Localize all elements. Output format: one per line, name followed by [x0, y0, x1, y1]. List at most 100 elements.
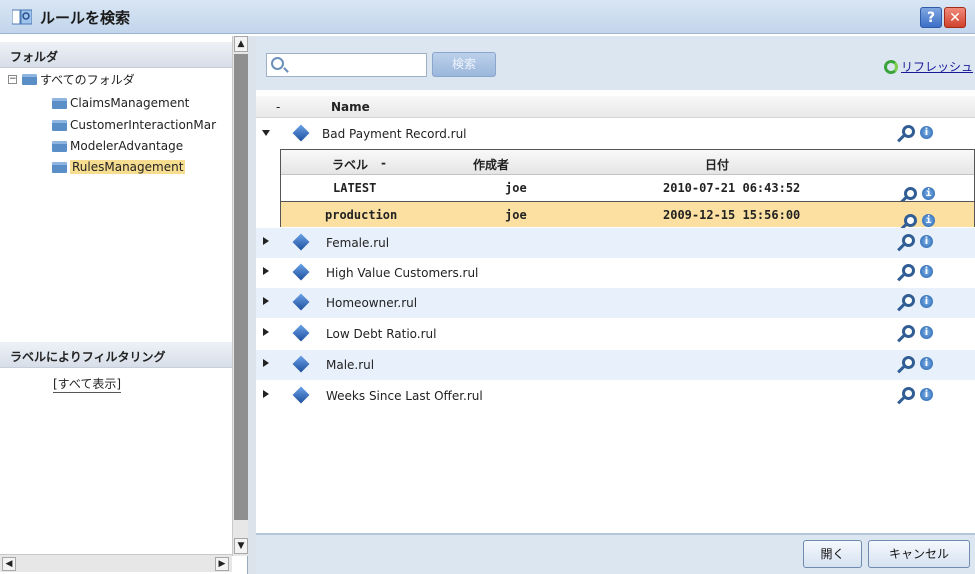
rule-row[interactable]: Homeowner.rul i — [256, 288, 975, 318]
info-icon[interactable]: i — [920, 126, 933, 139]
tree-item-modeler[interactable]: ModelerAdvantage — [52, 136, 183, 156]
expand-arrow-icon[interactable] — [263, 267, 269, 275]
search-button[interactable]: 検索 — [432, 52, 496, 77]
version-header: ラベル - 作成者 日付 — [281, 150, 974, 175]
view-icon[interactable] — [902, 356, 915, 369]
version-date: 2010-07-21 06:43:52 — [663, 181, 801, 195]
row-actions: i — [904, 208, 944, 227]
info-icon[interactable]: i — [922, 187, 935, 200]
app-icon — [12, 9, 32, 25]
version-row[interactable]: LATEST joe 2010-07-21 06:43:52 i — [281, 175, 974, 201]
version-col-sort[interactable]: - — [381, 156, 386, 170]
tree-item-customer[interactable]: CustomerInteractionMar — [52, 115, 216, 135]
info-icon[interactable]: i — [920, 265, 933, 278]
panel-splitter[interactable] — [248, 36, 256, 574]
footer-bar: 開く キャンセル — [256, 533, 975, 574]
view-icon[interactable] — [904, 187, 917, 200]
refresh-icon — [884, 59, 898, 74]
view-icon[interactable] — [902, 325, 915, 338]
rule-name: Female.rul — [326, 236, 390, 250]
rule-icon — [292, 293, 310, 311]
folder-icon — [22, 73, 37, 85]
rule-name: Weeks Since Last Offer.rul — [326, 389, 483, 403]
column-name[interactable]: Name — [331, 100, 370, 114]
search-bar: 検索 リフレッシュ — [256, 36, 975, 90]
list-header: - Name — [256, 96, 975, 118]
show-all-link[interactable]: [すべて表示] — [53, 375, 122, 393]
row-actions: i — [902, 125, 942, 143]
close-button[interactable]: ✕ — [944, 7, 966, 28]
tree-root[interactable]: − すべてのフォルダ — [8, 69, 135, 89]
rule-icon — [292, 124, 310, 142]
info-icon[interactable]: i — [920, 357, 933, 370]
tree-item-claims[interactable]: ClaimsManagement — [52, 93, 189, 113]
search-field[interactable] — [266, 53, 427, 77]
view-icon[interactable] — [902, 125, 915, 138]
version-label: LATEST — [333, 181, 377, 195]
title-bar: ルールを検索 ? ✕ — [0, 0, 975, 34]
rule-row[interactable]: Bad Payment Record.rul i — [256, 119, 975, 149]
tree-item-label: ModelerAdvantage — [70, 139, 184, 153]
expand-arrow-icon[interactable] — [263, 237, 269, 245]
version-col-label[interactable]: ラベル — [332, 156, 368, 173]
view-icon[interactable] — [902, 387, 915, 400]
folder-header: フォルダ — [0, 42, 232, 68]
help-button[interactable]: ? — [920, 7, 942, 28]
row-actions: i — [904, 181, 944, 200]
rule-row[interactable]: Low Debt Ratio.rul i — [256, 319, 975, 349]
expand-arrow-icon[interactable] — [263, 390, 269, 398]
view-icon[interactable] — [902, 234, 915, 247]
scroll-down-icon[interactable]: ▼ — [234, 538, 248, 554]
version-table: ラベル - 作成者 日付 LATEST joe 2010-07-21 06:43… — [280, 149, 975, 227]
search-input[interactable] — [291, 55, 421, 75]
scroll-thumb[interactable] — [234, 54, 248, 520]
vertical-scrollbar[interactable]: ▲ ▼ — [232, 36, 248, 556]
info-icon[interactable]: i — [920, 326, 933, 339]
rule-row[interactable]: Weeks Since Last Offer.rul i — [256, 381, 975, 411]
rule-row[interactable]: Female.rul i — [256, 228, 975, 258]
info-icon[interactable]: i — [920, 235, 933, 248]
rule-name: Homeowner.rul — [326, 296, 418, 310]
open-button[interactable]: 開く — [803, 540, 862, 568]
tree-item-label: ClaimsManagement — [70, 96, 190, 110]
folder-icon — [52, 119, 67, 131]
view-icon[interactable] — [902, 264, 915, 277]
version-col-date[interactable]: 日付 — [705, 156, 729, 173]
tree-root-label: すべてのフォルダ — [40, 72, 135, 87]
folder-icon — [52, 97, 67, 109]
window-title: ルールを検索 — [40, 9, 131, 27]
rule-row[interactable]: High Value Customers.rul i — [256, 258, 975, 288]
collapse-icon[interactable]: − — [8, 74, 17, 84]
row-actions: i — [902, 264, 942, 282]
horizontal-scrollbar[interactable]: ◀ ▶ — [0, 554, 232, 572]
info-icon[interactable]: i — [922, 214, 935, 227]
version-row-selected[interactable]: production joe 2009-12-15 15:56:00 i — [281, 201, 974, 227]
folder-panel: フォルダ − すべてのフォルダ ClaimsManagement Custome… — [0, 36, 248, 574]
column-collapse[interactable]: - — [276, 100, 280, 114]
refresh-label: リフレッシュ — [901, 60, 974, 74]
tree-item-rules[interactable]: RulesManagement — [52, 157, 186, 177]
folder-icon — [52, 161, 67, 173]
expand-arrow-icon[interactable] — [263, 328, 269, 336]
view-icon[interactable] — [902, 294, 915, 307]
version-label: production — [325, 208, 398, 222]
expand-arrow-icon[interactable] — [263, 297, 269, 305]
info-icon[interactable]: i — [920, 295, 933, 308]
rule-icon — [292, 355, 310, 373]
cancel-button[interactable]: キャンセル — [868, 540, 970, 568]
folder-icon — [52, 140, 67, 152]
refresh-link[interactable]: リフレッシュ — [884, 58, 973, 75]
rule-name: Male.rul — [326, 358, 375, 372]
scroll-left-icon[interactable]: ◀ — [2, 557, 16, 571]
tree-item-label-selected: RulesManagement — [70, 160, 186, 174]
expand-arrow-icon[interactable] — [262, 130, 270, 136]
view-icon[interactable] — [904, 214, 917, 227]
rule-icon — [292, 386, 310, 404]
rule-icon — [292, 324, 310, 342]
expand-arrow-icon[interactable] — [263, 359, 269, 367]
scroll-up-icon[interactable]: ▲ — [234, 36, 248, 52]
info-icon[interactable]: i — [920, 388, 933, 401]
scroll-right-icon[interactable]: ▶ — [215, 557, 229, 571]
rule-row[interactable]: Male.rul i — [256, 350, 975, 380]
version-col-author[interactable]: 作成者 — [473, 156, 509, 173]
